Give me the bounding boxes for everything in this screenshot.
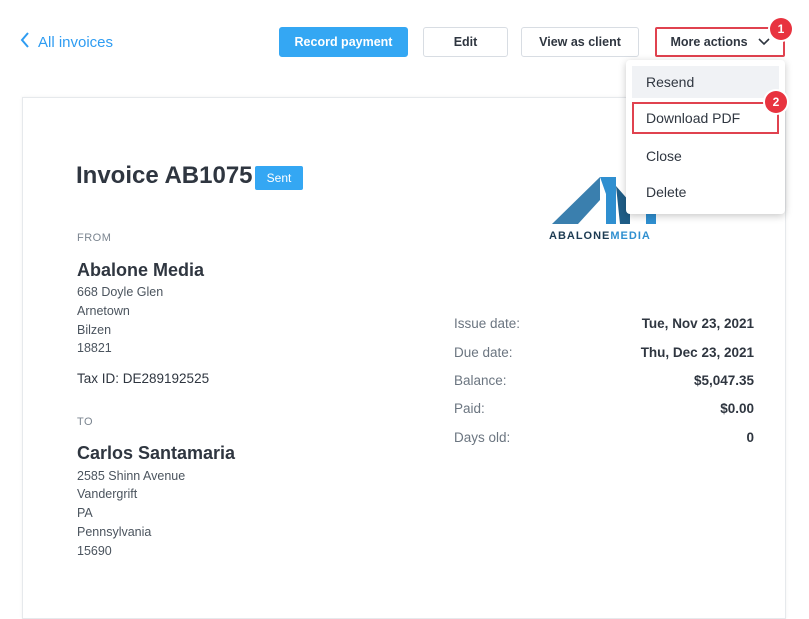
days-old-value: 0 [746,430,754,445]
to-address-line: 2585 Shinn Avenue [77,469,186,483]
from-address-line: 18821 [77,341,112,355]
edit-button[interactable]: Edit [423,27,508,57]
chevron-left-icon [20,32,30,52]
more-actions-menu: Resend Download PDF Close Delete [626,60,785,214]
to-name: Carlos Santamaria [77,443,236,463]
menu-item-download-pdf[interactable]: Download PDF [632,102,779,134]
to-address-line: PA [77,506,93,520]
paid-label: Paid: [454,401,485,416]
more-actions-label: More actions [670,35,748,49]
view-as-client-button[interactable]: View as client [521,27,639,57]
back-to-invoices-link[interactable]: All invoices [20,32,113,52]
balance-value: $5,047.35 [693,373,754,388]
to-address-line: Pennsylvania [77,525,152,539]
days-old-label: Days old: [454,430,511,445]
menu-item-close[interactable]: Close [632,140,779,172]
paid-value: $0.00 [720,401,754,416]
menu-item-resend[interactable]: Resend [632,66,779,98]
status-badge: Sent [255,166,303,190]
invoice-title: Invoice AB1075 [76,162,253,189]
from-address-line: 668 Doyle Glen [77,285,164,299]
menu-item-delete[interactable]: Delete [632,176,779,208]
due-date-label: Due date: [454,345,513,360]
to-address-line: 15690 [77,544,112,558]
chevron-down-icon [757,35,770,49]
step-1-badge: 1 [770,18,792,40]
tax-id: Tax ID: DE289192525 [77,371,210,386]
from-address-line: Arnetown [77,304,130,318]
from-address-line: Bilzen [77,323,112,337]
issue-date-label: Issue date: [454,316,521,331]
record-payment-button[interactable]: Record payment [279,27,408,57]
from-name: Abalone Media [77,260,205,280]
from-label: FROM [77,232,112,244]
back-link-label: All invoices [38,33,114,51]
more-actions-button[interactable]: More actions [655,27,785,57]
to-label: TO [77,416,94,428]
to-address-line: Vandergrift [77,487,138,501]
balance-label: Balance: [454,373,507,388]
due-date-value: Thu, Dec 23, 2021 [640,345,754,360]
issue-date-value: Tue, Nov 23, 2021 [641,316,754,331]
logo-wordmark: ABALONEMEDIA [549,230,651,242]
step-2-badge: 2 [765,91,787,113]
